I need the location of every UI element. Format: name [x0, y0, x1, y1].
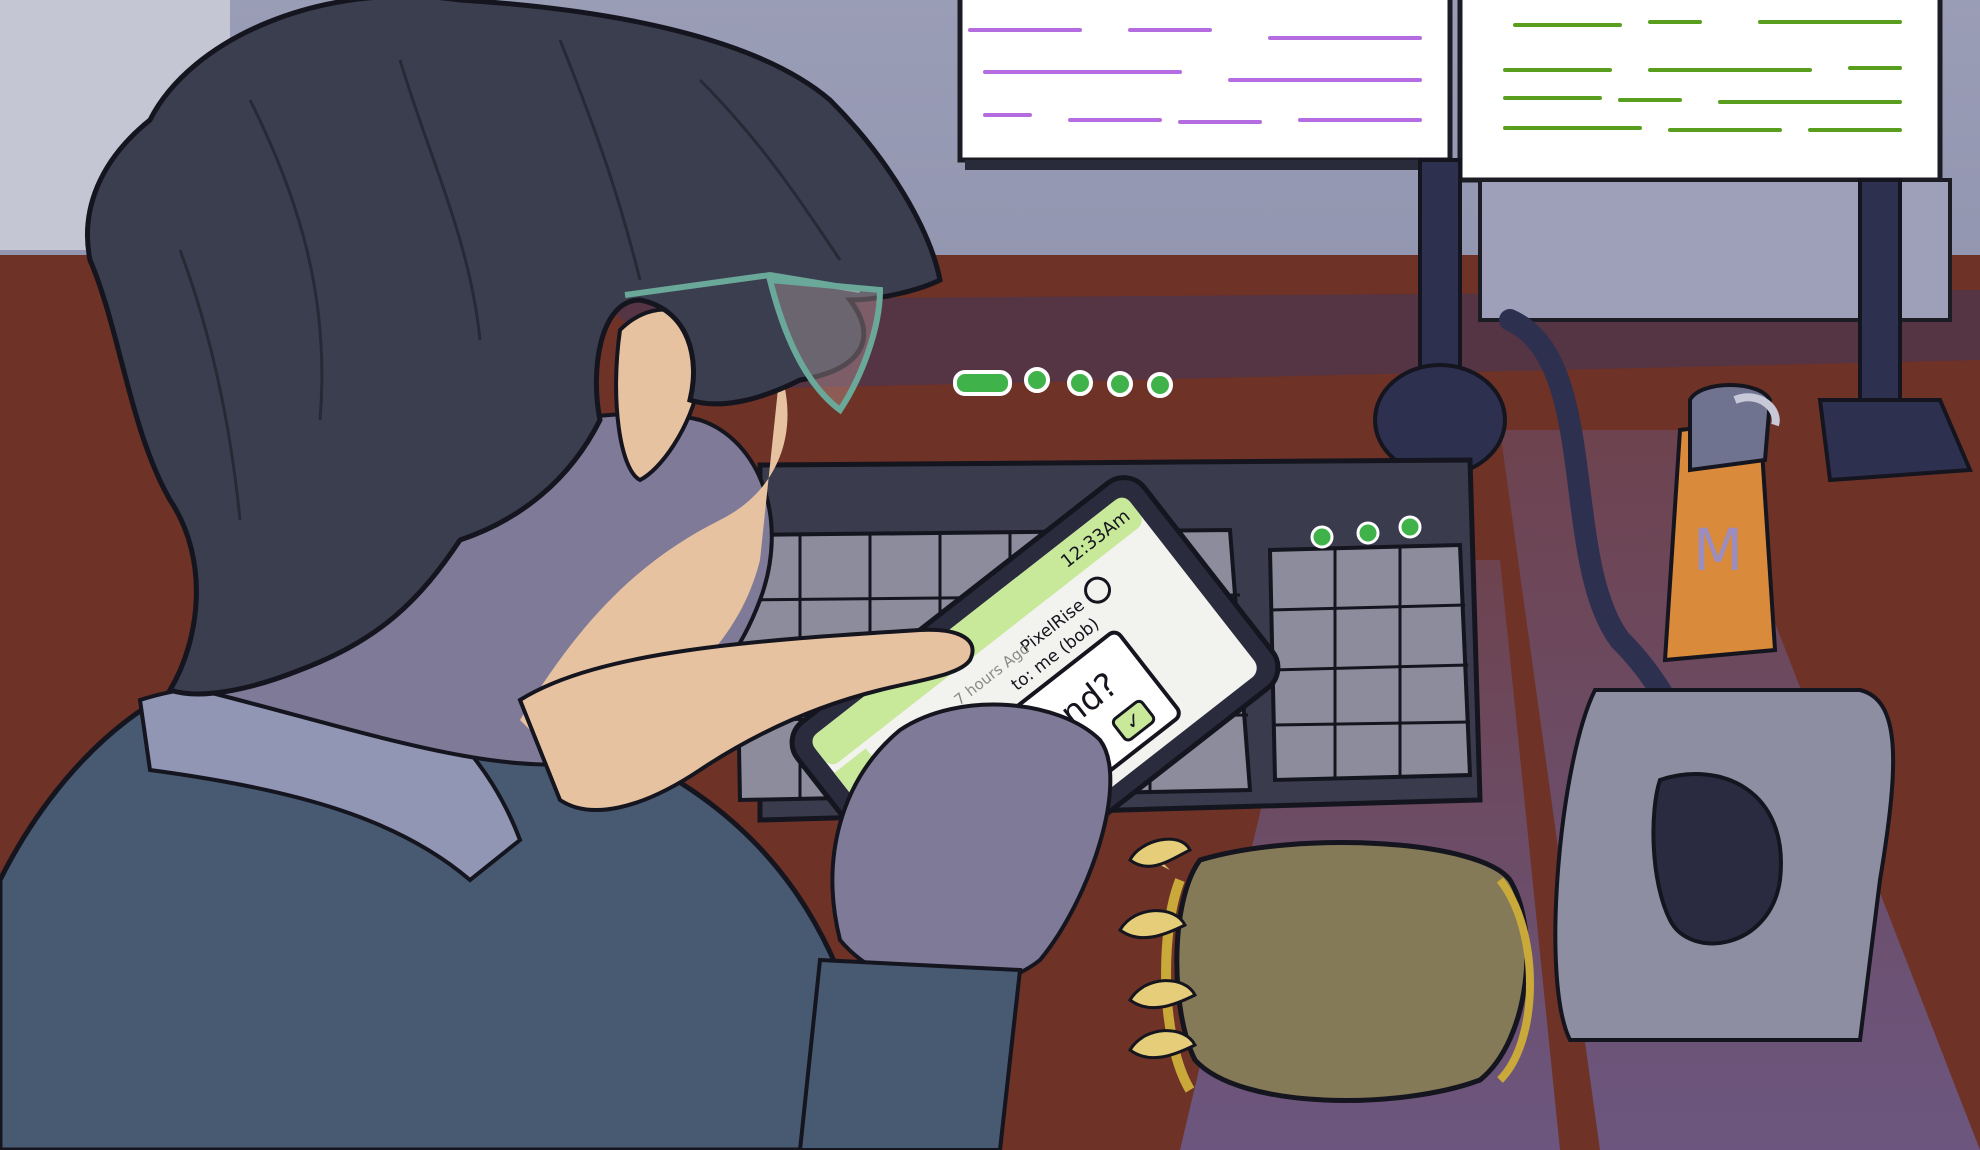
shirt-sleeve — [797, 957, 1023, 1150]
keyboard-led-2 — [1356, 521, 1380, 545]
monitor-left — [957, 0, 1453, 170]
desk-scene-illustration: M 12:33Am PixelRise 7 hours Ago to: me (… — [0, 0, 1980, 1150]
keyboard-led-1 — [1310, 525, 1334, 549]
bottle-label: M — [1693, 516, 1743, 584]
keyboard-led-3 — [1398, 515, 1422, 539]
